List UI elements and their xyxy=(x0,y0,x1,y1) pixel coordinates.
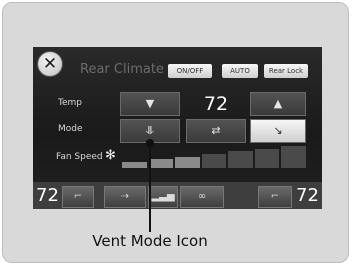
vent-mode-icon: ⥥ xyxy=(146,124,154,137)
bi-level-mode-icon: ⇄ xyxy=(211,124,221,137)
fan-shortcut-button[interactable]: ▂▃▅ xyxy=(148,186,178,208)
left-seat-button[interactable]: ⌐ xyxy=(62,186,94,208)
rear-lock-button[interactable]: Rear Lock xyxy=(264,64,308,78)
recirculation-button[interactable]: ∞ xyxy=(180,186,224,208)
temp-value: 72 xyxy=(203,93,229,115)
left-temp-value: 72 xyxy=(36,185,59,206)
callout-caption: Vent Mode Icon xyxy=(92,232,208,250)
fan-speed-bar[interactable] xyxy=(175,156,200,168)
temp-up-button[interactable]: ▲ xyxy=(250,92,306,116)
floor-mode-icon: ↘ xyxy=(273,124,283,137)
fan-speed-label: Fan Speed xyxy=(56,152,103,162)
screen-title: Rear Climate xyxy=(80,62,164,77)
up-triangle-icon: ▲ xyxy=(273,97,283,110)
on-off-button[interactable]: ON/OFF xyxy=(168,64,212,78)
callout-line xyxy=(149,142,151,232)
fan-speed-bar[interactable] xyxy=(122,162,147,168)
temp-down-button[interactable]: ▼ xyxy=(120,92,180,116)
rear-lock-label: Rear Lock xyxy=(268,67,304,75)
down-triangle-icon: ▼ xyxy=(145,97,155,110)
fan-speed-bar[interactable] xyxy=(148,159,174,168)
seat-icon: ⌐ xyxy=(270,191,280,202)
seat-icon: ⌐ xyxy=(73,191,83,202)
bi-level-mode-button[interactable]: ⇄ xyxy=(186,119,246,143)
mode-label: Mode xyxy=(58,124,83,134)
fan-speed-bar[interactable] xyxy=(228,151,253,168)
fan-speed-bar[interactable] xyxy=(201,154,227,168)
callout-dot xyxy=(146,139,154,147)
right-seat-button[interactable]: ⌐ xyxy=(258,186,292,208)
on-off-label: ON/OFF xyxy=(176,67,204,75)
auto-button[interactable]: AUTO xyxy=(222,64,258,78)
recirculation-icon: ∞ xyxy=(197,191,207,202)
auto-label: AUTO xyxy=(230,67,250,75)
signal-icon: ▂▃▅ xyxy=(151,191,175,202)
fan-icon: ✻ xyxy=(105,148,116,163)
close-icon[interactable]: ✕ xyxy=(38,52,62,76)
fan-speed-bar[interactable] xyxy=(281,146,306,168)
fan-speed-bar[interactable] xyxy=(254,148,280,168)
temp-label: Temp xyxy=(58,98,82,108)
airflow-icon: ⇢ xyxy=(120,191,130,202)
floor-mode-button[interactable]: ↘ xyxy=(250,119,306,143)
right-temp-value: 72 xyxy=(296,185,319,206)
mode-shortcut-button[interactable]: ⇢ xyxy=(104,186,146,208)
